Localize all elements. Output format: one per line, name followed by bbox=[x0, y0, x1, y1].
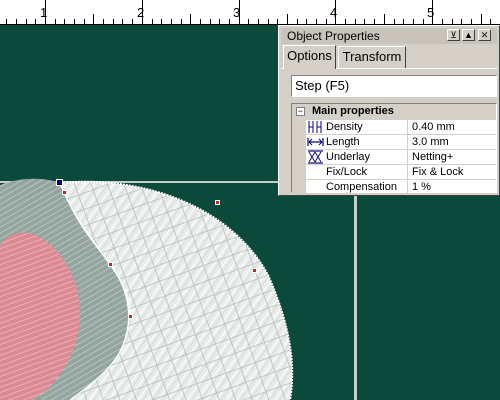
ruler-tick bbox=[383, 14, 385, 24]
panel-title-bar[interactable]: Object Properties ⊻ ▲ ✕ bbox=[281, 28, 497, 44]
property-row-length[interactable]: Length 3.0 mm bbox=[292, 134, 496, 149]
ruler-tick bbox=[335, 0, 337, 24]
property-name: Length bbox=[326, 136, 360, 148]
ruler-tick bbox=[354, 19, 356, 24]
node-handle[interactable] bbox=[252, 268, 257, 273]
ruler-tick bbox=[64, 19, 66, 24]
ruler-tick bbox=[258, 19, 259, 24]
ruler-tick bbox=[151, 19, 153, 24]
density-icon bbox=[307, 120, 325, 134]
property-row-underlay[interactable]: Underlay Netting+ bbox=[292, 149, 496, 164]
property-name: Density bbox=[326, 121, 363, 133]
ruler-tick bbox=[45, 0, 46, 24]
ruler-tick bbox=[170, 19, 172, 24]
property-row-compensation[interactable]: Compensation 1 % bbox=[292, 179, 496, 194]
ruler-tick bbox=[74, 19, 75, 24]
ruler-tick bbox=[248, 19, 250, 24]
node-handle[interactable] bbox=[62, 190, 67, 195]
ruler-tick bbox=[306, 19, 308, 24]
property-value[interactable]: Netting+ bbox=[412, 151, 453, 163]
node-handle[interactable] bbox=[128, 314, 133, 319]
ruler-tick bbox=[6, 19, 8, 24]
ruler-tick bbox=[480, 14, 482, 24]
ruler-tick bbox=[461, 19, 463, 24]
ruler-tick bbox=[470, 19, 472, 24]
ruler-tick bbox=[209, 19, 211, 24]
ruler-tick bbox=[141, 0, 143, 24]
ruler-tick bbox=[93, 14, 95, 24]
ruler-tick bbox=[490, 19, 492, 24]
collapse-up-button[interactable]: ▲ bbox=[462, 29, 475, 41]
property-value[interactable]: 3.0 mm bbox=[412, 136, 449, 148]
ruler-tick bbox=[287, 14, 288, 24]
underlay-icon bbox=[307, 150, 325, 164]
collapse-toggle[interactable]: − bbox=[296, 107, 305, 116]
ruler-tick bbox=[238, 0, 240, 24]
group-label: Main properties bbox=[312, 105, 394, 117]
ruler-tick bbox=[345, 19, 347, 24]
object-properties-panel: Object Properties ⊻ ▲ ✕ Options Transfor… bbox=[278, 25, 500, 196]
tab-transform[interactable]: Transform bbox=[338, 46, 406, 68]
ruler-tick bbox=[161, 19, 163, 24]
ruler-tick bbox=[267, 19, 269, 24]
ruler-tick bbox=[25, 19, 27, 24]
ruler-tick bbox=[190, 14, 192, 24]
property-row-fix-lock[interactable]: Fix/Lock Fix & Lock bbox=[292, 164, 496, 179]
ruler-tick bbox=[374, 19, 376, 24]
length-icon bbox=[307, 135, 325, 149]
property-name: Compensation bbox=[326, 181, 397, 193]
ruler-tick bbox=[403, 19, 405, 24]
properties-grid: − Main properties Density 0.40 mm Length… bbox=[291, 103, 497, 194]
ruler-tick bbox=[325, 19, 327, 24]
ruler-tick bbox=[132, 19, 134, 24]
ruler-tick bbox=[54, 19, 56, 24]
panel-tabs: Options Transform bbox=[281, 45, 497, 69]
ruler-tick bbox=[180, 19, 182, 24]
tab-options[interactable]: Options bbox=[283, 45, 336, 69]
ruler-label-1: 1 bbox=[40, 5, 48, 20]
ruler-tick bbox=[277, 19, 279, 24]
node-handle-start[interactable] bbox=[56, 179, 63, 186]
property-name: Fix/Lock bbox=[326, 166, 367, 178]
ruler-tick bbox=[451, 19, 453, 24]
ruler-tick bbox=[296, 19, 298, 24]
close-button[interactable]: ✕ bbox=[478, 29, 491, 41]
property-name: Underlay bbox=[326, 151, 371, 163]
ruler-tick bbox=[122, 19, 124, 24]
ruler-tick bbox=[422, 19, 424, 24]
node-handle[interactable] bbox=[215, 200, 220, 205]
group-main-properties[interactable]: − Main properties bbox=[292, 104, 496, 119]
ruler-tick bbox=[16, 19, 17, 24]
ruler-tick bbox=[112, 19, 114, 24]
node-handle[interactable] bbox=[108, 262, 113, 267]
property-value[interactable]: Fix & Lock bbox=[412, 166, 463, 178]
property-value[interactable]: 0.40 mm bbox=[412, 121, 455, 133]
panel-title: Object Properties bbox=[287, 29, 380, 43]
ruler-tick bbox=[412, 19, 414, 24]
ruler-label-2: 2 bbox=[137, 5, 145, 20]
ruler-tick bbox=[364, 19, 366, 24]
ruler-tick bbox=[316, 19, 317, 24]
horizontal-ruler[interactable]: 1 2 3 4 5 bbox=[0, 0, 500, 25]
ruler-tick bbox=[219, 19, 221, 24]
ruler-tick bbox=[441, 19, 443, 24]
pin-button[interactable]: ⊻ bbox=[447, 29, 460, 41]
ruler-tick bbox=[432, 0, 434, 24]
ruler-tick bbox=[83, 19, 85, 24]
ruler-tick bbox=[103, 19, 105, 24]
ruler-tick bbox=[35, 19, 37, 24]
ruler-tick bbox=[199, 19, 201, 24]
stitch-type-field[interactable]: Step (F5) bbox=[291, 75, 497, 97]
property-row-density[interactable]: Density 0.40 mm bbox=[292, 119, 496, 134]
property-value[interactable]: 1 % bbox=[412, 181, 431, 193]
ruler-tick bbox=[393, 19, 395, 24]
ruler-tick bbox=[228, 19, 230, 24]
